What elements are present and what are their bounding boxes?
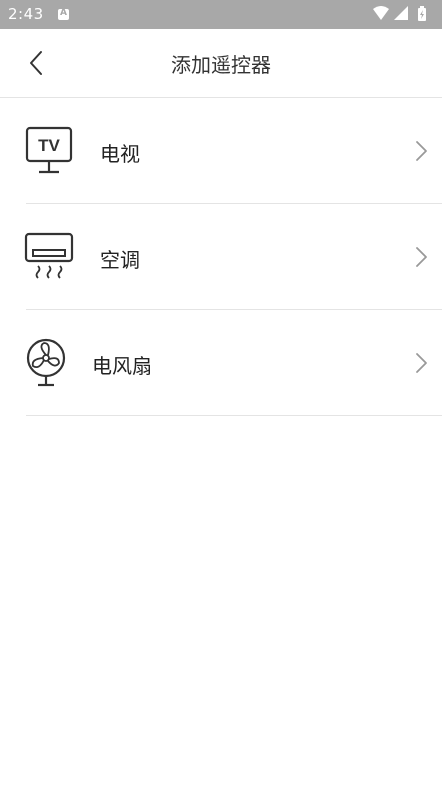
chevron-right-icon: [416, 141, 427, 161]
app-bar: 添加遥控器: [0, 29, 442, 98]
status-bar: 2:43 A: [0, 0, 442, 29]
fan-icon: [26, 338, 66, 387]
wifi-icon: [373, 6, 389, 20]
device-label-tv: 电视: [100, 142, 140, 166]
battery-icon: [418, 6, 426, 21]
air-conditioner-icon: [24, 232, 74, 279]
divider: [26, 415, 442, 416]
tv-icon: TV: [25, 126, 73, 174]
status-time: 2:43: [8, 5, 44, 23]
chevron-right-icon: [416, 247, 427, 267]
signal-icon: [394, 6, 408, 20]
notification-a-icon: A: [58, 8, 69, 20]
page-title: 添加遥控器: [171, 53, 271, 77]
device-label-fan: 电风扇: [92, 354, 152, 378]
device-item-air-conditioner[interactable]: 空调: [0, 204, 442, 310]
device-item-fan[interactable]: 电风扇: [0, 310, 442, 416]
status-icons: [372, 5, 434, 23]
device-list: TV 电视 空调 电风扇: [0, 98, 442, 416]
device-item-tv[interactable]: TV 电视: [0, 98, 442, 204]
device-label-air-conditioner: 空调: [100, 248, 140, 272]
chevron-right-icon: [416, 353, 427, 373]
svg-text:TV: TV: [38, 136, 60, 155]
